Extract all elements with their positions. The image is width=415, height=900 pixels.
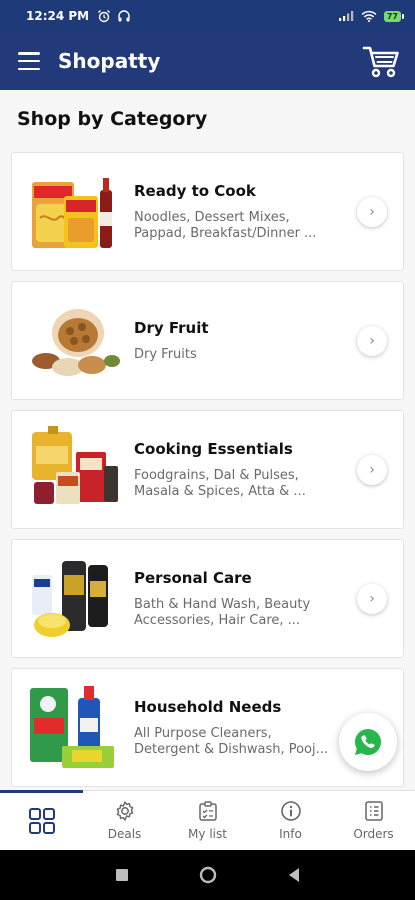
category-title: Personal Care [134,568,252,587]
category-card-personal-care[interactable]: Personal Care Bath & Hand Wash, Beauty A… [11,539,404,658]
app-title: Shopatty [58,49,161,73]
nav-label: Info [279,827,302,841]
nav-label: Orders [353,827,394,841]
nav-label: Deals [107,827,142,841]
chevron-right-icon[interactable]: › [357,583,387,614]
home-icon[interactable] [199,866,217,884]
household-needs-image [30,685,114,768]
category-subtitle: Bath & Hand Wash, Beauty Accessories, Ha… [134,596,311,628]
gear-icon [116,801,133,821]
status-time: 12:24 PM [26,9,90,23]
category-subtitle: Dry Fruits [134,346,197,362]
whatsapp-icon [355,729,382,755]
chevron-right-icon[interactable]: › [357,196,387,227]
cooking-essentials-image [32,425,118,504]
wifi-icon [361,10,377,22]
whatsapp-button[interactable] [339,713,397,771]
checklist-icon [198,801,217,821]
grid-icon [28,807,55,834]
chevron-right-icon[interactable]: › [357,454,387,485]
category-card-ready-to-cook[interactable]: Ready to Cook Noodles, Dessert Mixes, Pa… [11,152,404,271]
ready-to-cook-image [32,177,112,248]
category-card-cooking-essentials[interactable]: Cooking Essentials Foodgrains, Dal & Pul… [11,410,404,529]
system-nav-bar [0,850,415,900]
alarm-icon [98,10,111,23]
category-card-dry-fruit[interactable]: Dry Fruit Dry Fruits › [11,281,404,400]
signal-icon [338,11,354,21]
bottom-nav: Deals My list Info Orders [0,790,415,850]
info-icon [280,801,301,821]
recent-apps-icon[interactable] [115,868,129,882]
back-icon[interactable] [287,867,301,883]
nav-item-info[interactable]: Info [249,791,332,850]
section-title: Shop by Category [17,108,208,130]
menu-icon[interactable] [18,52,40,70]
nav-item-orders[interactable]: Orders [332,791,415,850]
chevron-right-icon[interactable]: › [357,325,387,356]
headphones-icon [118,10,130,22]
cart-icon[interactable] [361,41,401,81]
category-subtitle: Foodgrains, Dal & Pulses, Masala & Spice… [134,467,306,499]
personal-care-image [32,560,108,637]
orders-icon [364,801,383,821]
category-title: Ready to Cook [134,181,256,200]
dry-fruit-image [32,308,120,376]
status-bar: 12:24 PM 77 [0,0,415,32]
category-title: Dry Fruit [134,318,209,337]
app-bar: Shopatty [0,32,415,90]
main-content: Shop by Category Ready to Cook Noodles, … [0,90,415,790]
nav-item-deals[interactable]: Deals [83,791,166,850]
nav-label: My list [188,827,227,841]
nav-item-home[interactable] [0,790,83,850]
category-subtitle: Noodles, Dessert Mixes, Pappad, Breakfas… [134,209,317,241]
category-title: Cooking Essentials [134,439,293,458]
nav-item-my-list[interactable]: My list [166,791,249,850]
battery-indicator: 77 [383,10,405,22]
